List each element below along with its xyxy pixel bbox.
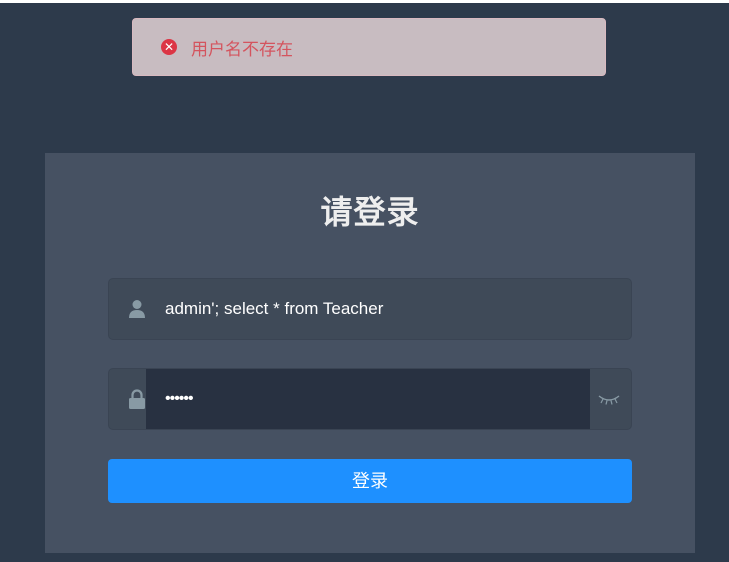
top-strip: [0, 0, 729, 3]
close-circle-icon: ✕: [161, 39, 177, 55]
error-alert: ✕ 用户名不存在: [132, 18, 606, 76]
login-button[interactable]: 登录: [108, 459, 632, 503]
lock-icon: [129, 389, 145, 409]
alert-message: 用户名不存在: [191, 39, 293, 59]
user-icon: [129, 300, 145, 318]
password-value[interactable]: ••••••: [165, 369, 194, 429]
username-field[interactable]: admin'; select * from Teacher: [108, 278, 632, 340]
login-title: 请登录: [320, 194, 420, 230]
password-input[interactable]: ••••••: [146, 369, 590, 429]
password-field[interactable]: ••••••: [108, 368, 632, 430]
eye-closed-icon[interactable]: [598, 392, 620, 406]
login-panel: 请登录 admin'; select * from Teacher ••••••…: [45, 153, 695, 553]
username-input[interactable]: admin'; select * from Teacher: [165, 279, 383, 339]
